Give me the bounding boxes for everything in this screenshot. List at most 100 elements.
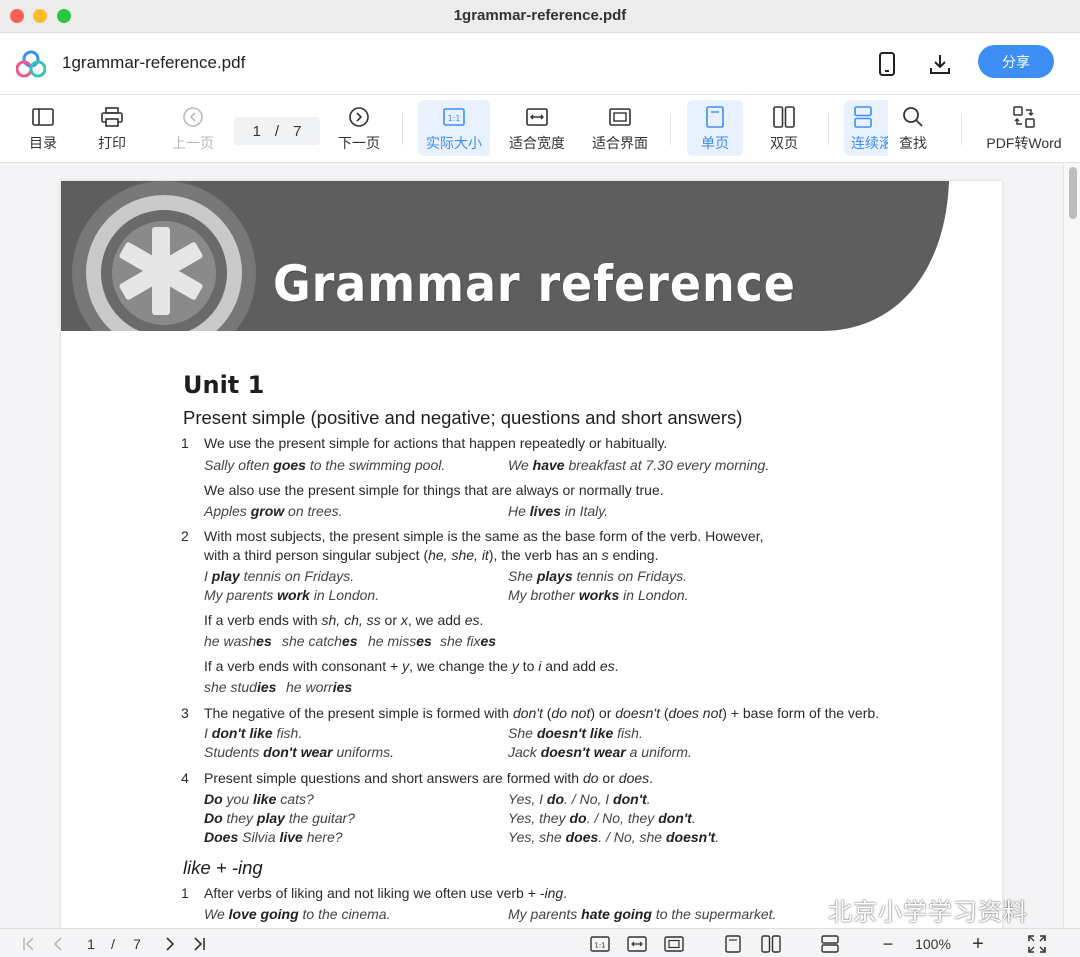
actual-size-button[interactable]: 1:1 实际大小 (418, 100, 490, 156)
example: Sally often goes to the swimming pool. (204, 457, 446, 473)
continuous-small-icon[interactable] (819, 934, 841, 954)
status-page-current[interactable]: 1 (82, 934, 100, 954)
paragraph: If a verb ends with consonant + y, we ch… (204, 658, 619, 674)
example: Jack doesn't wear a uniform. (508, 744, 692, 760)
continuous-scroll-label: 连续滚 (851, 135, 888, 151)
app-logo-icon (16, 50, 46, 78)
next-page-label: 下一页 (338, 135, 380, 151)
convert-icon (1012, 105, 1036, 129)
paragraph: We use the present simple for actions th… (204, 435, 668, 451)
example: I play tennis on Fridays. (204, 568, 355, 584)
banner-title: Grammar reference (273, 255, 796, 313)
example: We love going to the cinema. (204, 906, 391, 922)
prev-page-button[interactable]: 上一页 (170, 100, 216, 156)
toolbar: 目录 打印 上一页 1 / 7 下一页 1:1 实际大小 适合宽度 适合界面 单… (0, 95, 1080, 163)
page-separator: / (274, 122, 280, 140)
wechat-icon (787, 895, 821, 923)
printer-icon (100, 105, 124, 129)
last-page-icon[interactable] (188, 934, 210, 954)
scrollbar-thumb[interactable] (1069, 167, 1077, 219)
app-window: 1grammar-reference.pdf 1grammar-referenc… (0, 0, 1080, 957)
zoom-level[interactable]: 100% (910, 934, 956, 954)
double-page-small-icon[interactable] (760, 934, 782, 954)
actual-size-label: 实际大小 (426, 135, 482, 151)
continuous-scroll-button[interactable]: 连续滚 (844, 100, 888, 156)
example: My brother works in London. (508, 587, 689, 603)
download-icon[interactable] (925, 49, 955, 79)
page-current: 1 (252, 122, 261, 140)
item-number: 2 (181, 528, 189, 544)
watermark-text: 北京小学学习资料 (828, 899, 1028, 926)
actual-size-icon: 1:1 (442, 105, 466, 129)
example: Yes, I do. / No, I don't. (508, 791, 651, 807)
item-number: 4 (181, 770, 189, 786)
fit-width-label: 适合宽度 (509, 135, 565, 151)
status-page-total: 7 (133, 936, 141, 952)
paragraph: After verbs of liking and not liking we … (204, 885, 568, 901)
actual-size-icon-text: 1:1 (448, 114, 461, 123)
print-button[interactable]: 打印 (91, 100, 133, 156)
page-number-input[interactable]: 1 / 7 (234, 117, 320, 145)
find-button[interactable]: 查找 (893, 100, 933, 156)
example: Students don't wear uniforms. (204, 744, 395, 760)
fit-screen-small-icon[interactable] (663, 934, 685, 954)
share-button[interactable]: 分享 (978, 45, 1054, 78)
toolbar-divider (961, 113, 962, 145)
actual-size-small-icon[interactable]: 1:1 (589, 934, 611, 954)
fit-screen-button[interactable]: 适合界面 (589, 100, 651, 156)
actual-size-small-text: 1:1 (594, 942, 605, 950)
pdf-to-word-button[interactable]: PDF转Word (984, 100, 1064, 156)
search-icon (901, 105, 925, 129)
double-page-button[interactable]: 双页 (760, 100, 808, 156)
single-page-label: 单页 (701, 135, 729, 151)
example: My parents work in London. (204, 587, 380, 603)
app-header: 1grammar-reference.pdf 分享 (0, 33, 1080, 95)
item-number: 3 (181, 705, 189, 721)
example: I don't like fish. (204, 725, 303, 741)
status-bar: 1 / 7 1:1 − 100% + (0, 928, 1080, 957)
single-page-small-icon[interactable] (723, 934, 743, 954)
example: She doesn't like fish. (508, 725, 643, 741)
example: We have breakfast at 7.30 every morning. (508, 457, 770, 473)
title-bar: 1grammar-reference.pdf (0, 0, 1080, 33)
zoom-out-button[interactable]: − (878, 934, 898, 954)
example: he washes (204, 633, 272, 649)
double-page-label: 双页 (770, 135, 798, 151)
fit-width-button[interactable]: 适合宽度 (506, 100, 568, 156)
single-page-button[interactable]: 单页 (687, 100, 743, 156)
watermark: 北京小学学习资料 (786, 892, 1028, 927)
paragraph: With most subjects, the present simple i… (204, 528, 764, 544)
example: Do you like cats? (204, 791, 314, 807)
example: Apples grow on trees. (204, 503, 343, 519)
paragraph: We also use the present simple for thing… (204, 482, 664, 498)
continuous-scroll-icon (851, 105, 875, 129)
chevron-left-circle-icon (181, 105, 205, 129)
pdf-to-word-label: PDF转Word (986, 135, 1062, 151)
example: he worries (286, 679, 353, 695)
chevron-left-icon[interactable] (48, 934, 68, 954)
toc-label: 目录 (29, 135, 57, 151)
mobile-device-icon[interactable] (872, 49, 902, 79)
next-page-button[interactable]: 下一页 (336, 100, 382, 156)
example: she studies (204, 679, 277, 695)
example: He lives in Italy. (508, 503, 609, 519)
chevron-right-icon[interactable] (160, 934, 180, 954)
fit-width-small-icon[interactable] (626, 934, 648, 954)
print-label: 打印 (98, 135, 126, 151)
item-number: 1 (181, 885, 189, 901)
sidebar-icon (31, 105, 55, 129)
example: Yes, she does. / No, she doesn't. (508, 829, 720, 845)
vertical-scrollbar[interactable] (1063, 163, 1080, 928)
zoom-in-button[interactable]: + (967, 933, 989, 955)
fit-screen-label: 适合界面 (592, 135, 648, 151)
example: she fixes (440, 633, 497, 649)
fit-width-icon (525, 105, 549, 129)
first-page-icon[interactable] (18, 934, 40, 954)
paragraph: If a verb ends with sh, ch, ss or x, we … (204, 612, 484, 628)
fit-screen-icon (608, 105, 632, 129)
single-page-icon (703, 105, 727, 129)
toc-button[interactable]: 目录 (22, 100, 64, 156)
fullscreen-icon[interactable] (1026, 934, 1048, 954)
document-viewer[interactable]: Grammar reference Unit 1 Present simple … (0, 163, 1063, 928)
toolbar-divider (828, 113, 829, 145)
